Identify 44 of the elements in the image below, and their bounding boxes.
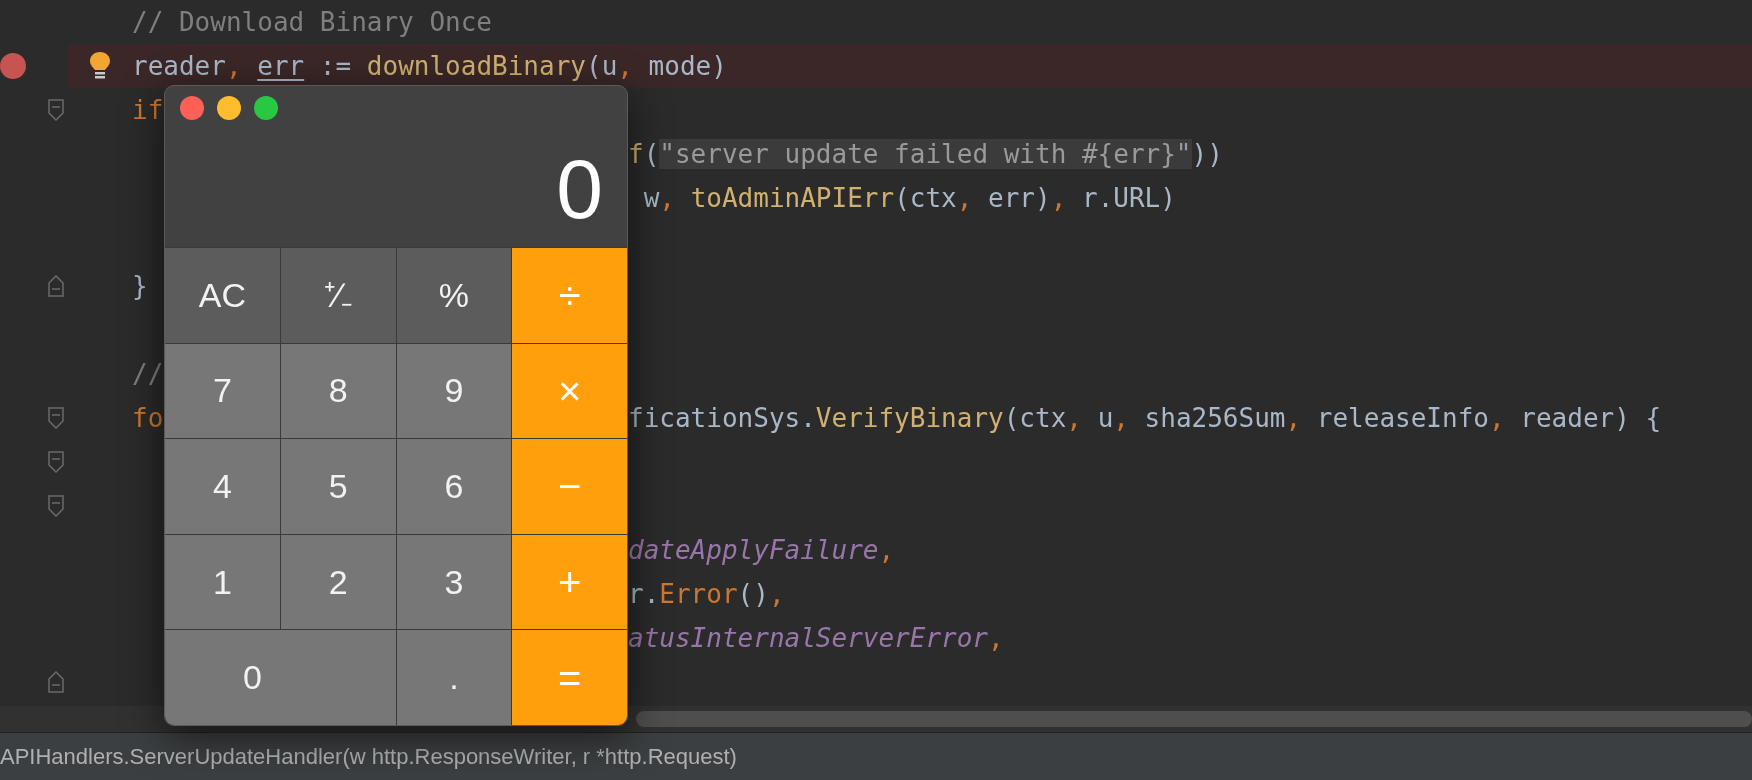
code-line: w, toAdminAPIErr(ctx, err), r.URL)	[642, 182, 1176, 213]
code-line: reader, err := downloadBinary(u, mode)	[132, 50, 727, 81]
status-text: APIHandlers.ServerUpdateHandler(w http.ResponseWriter, r *http.Request)	[0, 743, 737, 771]
calculator-key[interactable]: 1	[165, 534, 280, 630]
code-line: if	[132, 94, 164, 125]
fold-icon[interactable]	[48, 451, 64, 473]
code-line: fo	[132, 402, 164, 433]
code-line: atusInternalServerError,	[628, 622, 1004, 653]
lightbulb-icon[interactable]	[89, 51, 111, 81]
code-line: ficationSys.VerifyBinary(ctx, u, sha256Sum, releaseInfo, reader) {	[628, 402, 1662, 433]
code-line: dateApplyFailure,	[628, 534, 895, 565]
code-line: //	[132, 358, 164, 389]
calculator-key[interactable]: +	[512, 534, 627, 630]
fold-icon[interactable]	[48, 407, 64, 429]
fold-icon[interactable]	[48, 495, 64, 517]
calculator-key[interactable]: 7	[165, 343, 280, 439]
calculator-key[interactable]: AC	[165, 248, 280, 343]
calculator-key[interactable]: 8	[280, 343, 396, 439]
scrollbar-thumb[interactable]	[636, 711, 1752, 727]
fold-icon[interactable]	[48, 99, 64, 121]
calculator-key[interactable]: 9	[396, 343, 512, 439]
calculator-key[interactable]: .	[396, 630, 512, 725]
fold-icon[interactable]	[48, 275, 64, 297]
code-line: }	[132, 270, 148, 301]
calculator-key[interactable]: 0	[165, 630, 396, 725]
calculator-key[interactable]: 5	[280, 439, 396, 534]
close-button[interactable]	[180, 96, 204, 120]
calculator-key[interactable]: 3	[396, 534, 512, 630]
calculator-key[interactable]: 6	[396, 439, 512, 534]
calculator-key[interactable]: −	[512, 439, 627, 534]
calculator-key[interactable]: ÷	[512, 248, 627, 343]
breakpoint-icon[interactable]	[0, 53, 26, 79]
code-line: r.Error(),	[628, 578, 785, 609]
calculator-key[interactable]: ×	[512, 343, 627, 439]
calculator-key[interactable]: %	[396, 248, 512, 343]
calculator-key[interactable]: 2	[280, 534, 396, 630]
minimize-button[interactable]	[217, 96, 241, 120]
fold-icon[interactable]	[48, 671, 64, 693]
code-line: // Download Binary Once	[132, 6, 493, 37]
calculator-key[interactable]: 4	[165, 439, 280, 534]
calculator-display: 0	[556, 146, 603, 231]
calculator-key[interactable]: ⁺∕₋	[280, 248, 396, 343]
zoom-button[interactable]	[254, 96, 278, 120]
calculator-key[interactable]: =	[512, 630, 627, 725]
